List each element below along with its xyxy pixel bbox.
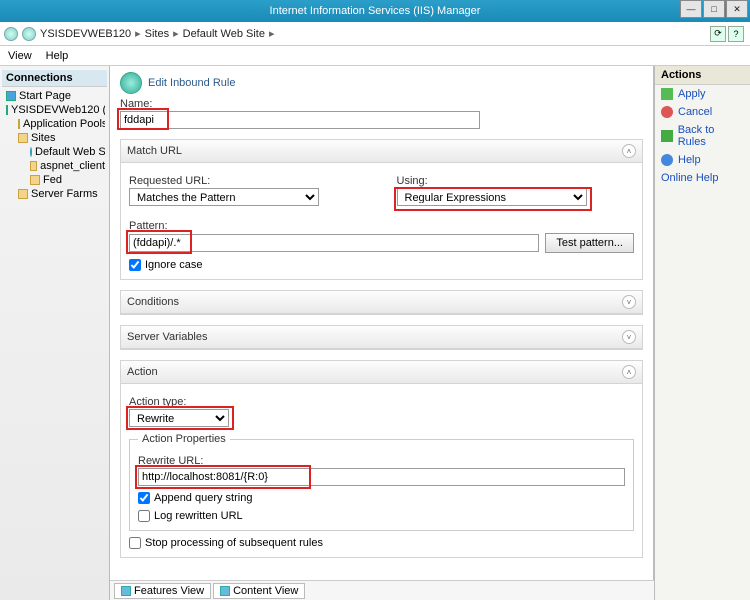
- breadcrumb-sep: ▸: [269, 27, 275, 40]
- action-cancel[interactable]: Cancel: [655, 103, 750, 121]
- breadcrumb-sep: ▸: [173, 27, 179, 40]
- toolbar-right: ⟳ ?: [710, 26, 744, 42]
- folder-icon: [30, 161, 37, 171]
- bottom-tabs: Features View Content View: [110, 580, 654, 600]
- breadcrumb-site[interactable]: Default Web Site: [183, 28, 265, 40]
- action-back-to-rules[interactable]: Back to Rules: [655, 121, 750, 151]
- tab-content-view[interactable]: Content View: [213, 583, 305, 599]
- folder-icon: [30, 175, 40, 185]
- breadcrumb-sep: ▸: [135, 27, 141, 40]
- menu-help[interactable]: Help: [46, 50, 69, 62]
- window-titlebar: Internet Information Services (IIS) Mana…: [0, 0, 750, 22]
- conditions-panel: Conditions ˅: [120, 290, 643, 315]
- nav-forward-icon[interactable]: [22, 27, 36, 41]
- breadcrumb-server[interactable]: YSISDEVWEB120: [40, 28, 131, 40]
- back-icon: [661, 130, 673, 142]
- connections-title: Connections: [2, 70, 107, 87]
- tree-fed[interactable]: Fed: [4, 173, 105, 187]
- server-icon: [6, 105, 8, 115]
- rewrite-url-label: Rewrite URL:: [138, 455, 625, 467]
- apply-icon: [661, 88, 673, 100]
- home-icon: [6, 91, 16, 101]
- ignore-case-input[interactable]: [129, 259, 141, 271]
- collapse-icon[interactable]: ˄: [622, 365, 636, 379]
- tree-server-farms[interactable]: Server Farms: [4, 187, 105, 201]
- test-pattern-button[interactable]: Test pattern...: [545, 233, 634, 253]
- match-url-header[interactable]: Match URL ˄: [121, 140, 642, 163]
- help-icon[interactable]: ?: [728, 26, 744, 42]
- action-online-help[interactable]: Online Help: [655, 169, 750, 187]
- tree-start-page[interactable]: Start Page: [4, 89, 105, 103]
- page-title: Edit Inbound Rule: [120, 72, 643, 94]
- pattern-label: Pattern:: [129, 220, 634, 232]
- tree-default-site[interactable]: Default Web Site: [4, 145, 105, 159]
- pool-icon: [18, 119, 20, 129]
- nav-back-icon[interactable]: [4, 27, 18, 41]
- log-rewritten-checkbox[interactable]: Log rewritten URL: [138, 510, 625, 522]
- action-properties-legend: Action Properties: [138, 433, 230, 445]
- action-properties-fieldset: Action Properties Rewrite URL: Append qu…: [129, 433, 634, 531]
- rule-icon: [120, 72, 142, 94]
- expand-icon[interactable]: ˅: [622, 330, 636, 344]
- tree-aspnet-client[interactable]: aspnet_client: [4, 159, 105, 173]
- match-url-panel: Match URL ˄ Requested URL: Matches the P…: [120, 139, 643, 280]
- connections-panel: Connections Start Page YSISDEVWeb120 (YS…: [0, 66, 110, 600]
- using-label: Using:: [397, 175, 635, 187]
- server-variables-header[interactable]: Server Variables ˅: [121, 326, 642, 349]
- server-variables-panel: Server Variables ˅: [120, 325, 643, 350]
- action-type-label: Action type:: [129, 396, 634, 408]
- sites-icon: [18, 133, 28, 143]
- main-content: Edit Inbound Rule Name: Match URL ˄ Requ…: [110, 66, 654, 600]
- help-icon: [661, 154, 673, 166]
- ignore-case-checkbox[interactable]: Ignore case: [129, 259, 634, 271]
- requested-url-select[interactable]: Matches the Pattern: [129, 188, 319, 206]
- farm-icon: [18, 189, 28, 199]
- window-buttons: — □ ✕: [679, 0, 748, 18]
- tree-sites[interactable]: Sites: [4, 131, 105, 145]
- stop-processing-checkbox[interactable]: Stop processing of subsequent rules: [129, 537, 634, 549]
- menu-view[interactable]: View: [8, 50, 32, 62]
- action-apply[interactable]: Apply: [655, 85, 750, 103]
- using-select[interactable]: Regular Expressions: [397, 188, 587, 206]
- features-icon: [121, 586, 131, 596]
- close-button[interactable]: ✕: [726, 0, 748, 18]
- tree-app-pools[interactable]: Application Pools: [4, 117, 105, 131]
- append-query-checkbox[interactable]: Append query string: [138, 492, 625, 504]
- cancel-icon: [661, 106, 673, 118]
- action-type-select[interactable]: Rewrite: [129, 409, 229, 427]
- name-label: Name:: [120, 98, 643, 110]
- window-title: Internet Information Services (IIS) Mana…: [270, 5, 481, 17]
- breadcrumb-sites[interactable]: Sites: [145, 28, 169, 40]
- expand-icon[interactable]: ˅: [622, 295, 636, 309]
- pattern-input[interactable]: [129, 234, 539, 252]
- menu-bar: View Help: [0, 46, 750, 66]
- tab-features-view[interactable]: Features View: [114, 583, 211, 599]
- globe-icon: [30, 147, 32, 157]
- action-panel: Action ˄ Action type: Rewrite Action Pro…: [120, 360, 643, 558]
- minimize-button[interactable]: —: [680, 0, 702, 18]
- actions-title: Actions: [655, 66, 750, 85]
- content-icon: [220, 586, 230, 596]
- breadcrumb: YSISDEVWEB120 ▸ Sites ▸ Default Web Site…: [0, 22, 750, 46]
- requested-url-label: Requested URL:: [129, 175, 367, 187]
- maximize-button[interactable]: □: [703, 0, 725, 18]
- tree-server[interactable]: YSISDEVWeb120 (YSNDman): [4, 103, 105, 117]
- rewrite-url-input[interactable]: [138, 468, 625, 486]
- connections-tree: Start Page YSISDEVWeb120 (YSNDman) Appli…: [2, 87, 107, 203]
- actions-pane: Actions Apply Cancel Back to Rules Help …: [654, 66, 750, 600]
- conditions-header[interactable]: Conditions ˅: [121, 291, 642, 314]
- rule-name-input[interactable]: [120, 111, 480, 129]
- collapse-icon[interactable]: ˄: [622, 144, 636, 158]
- action-header[interactable]: Action ˄: [121, 361, 642, 384]
- refresh-icon[interactable]: ⟳: [710, 26, 726, 42]
- action-help[interactable]: Help: [655, 151, 750, 169]
